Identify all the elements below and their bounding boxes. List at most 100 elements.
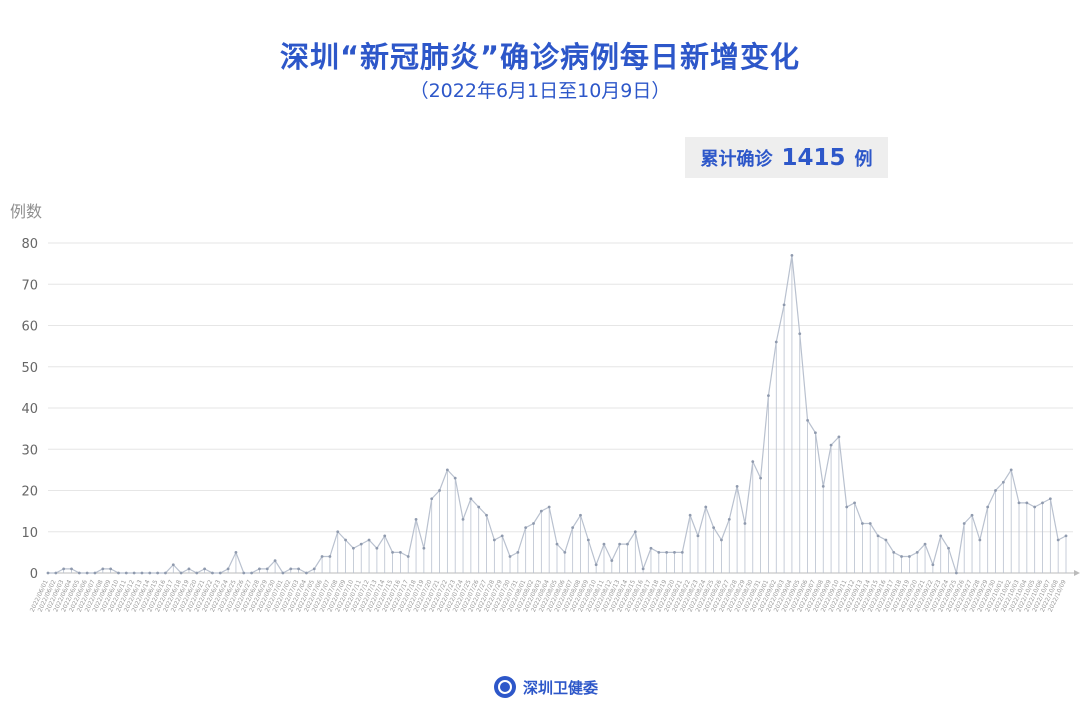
data-point <box>516 550 520 554</box>
data-point <box>187 567 191 571</box>
data-point <box>46 571 50 575</box>
data-point <box>359 542 363 546</box>
data-point <box>931 563 935 567</box>
data-point <box>782 303 786 307</box>
data-point <box>375 546 379 550</box>
data-point <box>70 567 73 571</box>
y-tick-label: 80 <box>21 237 38 252</box>
data-point <box>352 546 355 550</box>
y-tick-label: 0 <box>30 567 38 582</box>
data-point <box>77 571 81 575</box>
data-point <box>524 526 528 530</box>
data-point <box>469 497 473 501</box>
data-point <box>344 538 347 542</box>
data-point <box>273 559 277 563</box>
data-point <box>336 530 340 534</box>
health-commission-logo-icon <box>494 676 516 698</box>
data-point <box>485 513 488 517</box>
data-point <box>406 555 410 558</box>
org-name: 深圳卫健委 <box>523 678 599 697</box>
data-point <box>281 571 285 575</box>
data-point <box>453 476 457 480</box>
data-point <box>367 538 371 542</box>
data-point <box>500 534 504 538</box>
data-point <box>696 534 700 538</box>
data-point <box>54 571 58 575</box>
data-point <box>868 522 872 525</box>
data-point <box>641 567 645 571</box>
data-point <box>954 571 958 575</box>
data-point <box>477 505 481 509</box>
data-point <box>688 513 692 517</box>
data-point <box>532 522 535 525</box>
total-cases-badge: 累计确诊 1415 例 <box>685 137 888 178</box>
daily-new-cases-chart: 010203040506070802022/06/012022/06/02202… <box>21 237 1080 613</box>
data-point <box>179 571 183 575</box>
data-point <box>539 509 543 513</box>
data-point <box>814 431 817 435</box>
y-tick-label: 30 <box>21 443 38 458</box>
footer: 深圳卫健委 <box>494 676 598 698</box>
data-point <box>1041 501 1044 505</box>
data-point <box>704 505 708 509</box>
data-point <box>720 538 723 542</box>
data-point <box>735 484 739 488</box>
data-point <box>1017 501 1021 505</box>
x-axis-arrow <box>1074 570 1080 576</box>
total-cases-value: 1415 <box>781 144 846 171</box>
data-point <box>1001 480 1005 484</box>
data-point <box>829 443 833 447</box>
data-point <box>203 567 207 571</box>
data-point <box>790 253 794 257</box>
total-cases-label: 累计确诊 <box>700 148 773 170</box>
data-point <box>422 546 426 550</box>
data-point <box>798 332 802 336</box>
data-point <box>305 571 308 575</box>
data-point <box>117 571 120 575</box>
data-point <box>806 418 809 422</box>
y-tick-label: 40 <box>21 402 38 417</box>
data-point <box>132 571 136 575</box>
data-point <box>915 550 919 554</box>
data-point <box>101 567 105 571</box>
data-point <box>657 550 661 554</box>
data-point <box>986 505 990 509</box>
data-point <box>445 468 449 472</box>
chart-subtitle: （2022年6月1日至10月9日） <box>409 80 671 102</box>
data-point <box>618 542 622 546</box>
data-point <box>234 550 238 554</box>
data-point <box>743 522 747 525</box>
data-point <box>62 567 66 571</box>
data-point <box>383 534 387 538</box>
data-point <box>947 546 950 550</box>
data-point <box>939 534 943 538</box>
data-point <box>1064 534 1068 538</box>
data-point <box>93 571 97 575</box>
data-point <box>767 394 770 398</box>
data-point <box>391 550 394 554</box>
series-line <box>48 255 1067 574</box>
total-cases-unit: 例 <box>854 148 873 170</box>
y-tick-label: 50 <box>21 361 38 376</box>
data-point <box>923 542 927 546</box>
data-point <box>900 555 903 558</box>
data-point <box>218 571 222 575</box>
data-point <box>164 571 167 575</box>
data-point <box>774 340 778 344</box>
data-point <box>610 559 614 563</box>
data-point <box>1025 501 1029 505</box>
data-point <box>680 550 684 554</box>
data-point <box>1033 505 1037 509</box>
data-point <box>759 476 762 480</box>
data-point <box>665 550 669 554</box>
data-point <box>751 460 755 464</box>
data-point <box>312 567 316 571</box>
data-point <box>124 571 128 575</box>
data-point <box>978 538 982 542</box>
data-point <box>195 571 199 575</box>
data-point <box>328 555 332 558</box>
data-point <box>579 513 582 517</box>
data-point <box>492 538 496 542</box>
data-point <box>258 567 261 571</box>
data-point <box>994 489 997 492</box>
